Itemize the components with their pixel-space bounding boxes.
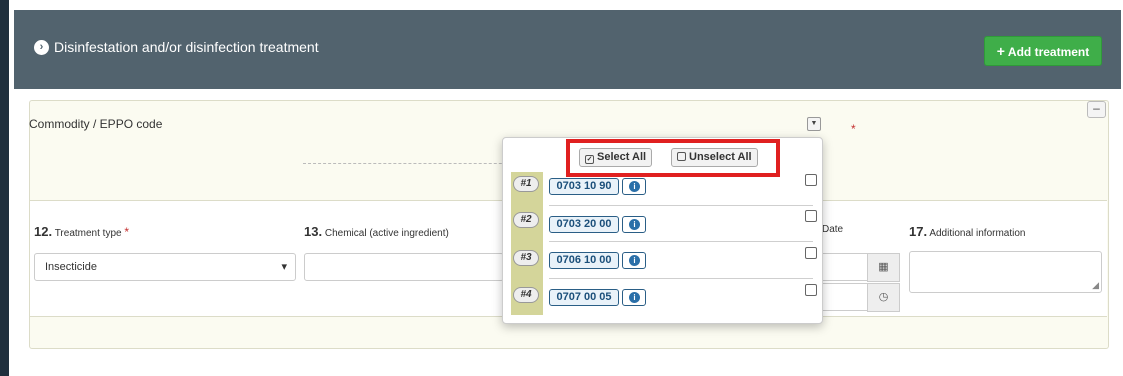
additional-info-label: 17. Additional information <box>909 224 1026 239</box>
resize-grip-icon[interactable]: ◢ <box>1092 280 1099 291</box>
item-badge: #3 <box>513 250 539 266</box>
additional-info-textarea[interactable]: ◢ <box>909 251 1102 293</box>
item-checkbox[interactable] <box>805 247 817 259</box>
info-button[interactable]: i <box>622 178 646 195</box>
highlight-annotation <box>566 139 780 177</box>
info-button[interactable]: i <box>622 216 646 233</box>
info-button[interactable]: i <box>622 289 646 306</box>
info-icon: i <box>629 255 640 266</box>
treatment-type-select[interactable]: Insecticide ▾ <box>34 253 296 281</box>
date-label: Date <box>822 224 844 235</box>
calendar-icon[interactable]: ▦ <box>867 253 900 282</box>
commodity-dropdown-toggle[interactable]: ▼ <box>807 117 821 131</box>
treatment-type-label: 12. Treatment type * <box>34 224 130 239</box>
plus-icon: + <box>996 43 1005 59</box>
info-icon: i <box>629 219 640 230</box>
eppo-code: 0703 20 00 <box>549 216 619 233</box>
item-separator <box>549 241 813 242</box>
eppo-code: 0707 00 05 <box>549 289 619 306</box>
commodity-label: Commodity / EPPO code <box>29 117 163 131</box>
top-border <box>0 0 1123 10</box>
chevron-down-icon: ▾ <box>281 261 287 273</box>
item-checkbox[interactable] <box>805 284 817 296</box>
item-separator <box>549 205 813 206</box>
add-treatment-label: Add treatment <box>1007 45 1090 59</box>
item-badge: #1 <box>513 176 539 192</box>
eppo-code: 0706 10 00 <box>549 252 619 269</box>
info-icon: i <box>629 181 640 192</box>
eppo-code: 0703 10 90 <box>549 178 619 195</box>
info-icon: i <box>629 292 640 303</box>
section-header: › Disinfestation and/or disinfection tre… <box>14 10 1121 89</box>
clock-icon[interactable]: ◷ <box>867 283 900 312</box>
time-input[interactable] <box>820 283 868 311</box>
item-checkbox[interactable] <box>805 210 817 222</box>
add-treatment-button[interactable]: + Add treatment <box>984 36 1102 66</box>
item-separator <box>549 278 813 279</box>
item-badge: #2 <box>513 212 539 228</box>
chemical-input[interactable] <box>304 253 504 281</box>
item-badge: #4 <box>513 287 539 303</box>
left-nav-bar <box>0 0 9 376</box>
chemical-label: 13. Chemical (active ingredient) <box>304 224 449 239</box>
commodity-required-marker: * <box>851 122 856 136</box>
info-button[interactable]: i <box>622 252 646 269</box>
section-title: Disinfestation and/or disinfection treat… <box>54 39 319 55</box>
collapse-button[interactable]: – <box>1087 101 1106 118</box>
item-checkbox[interactable] <box>805 174 817 186</box>
date-input[interactable] <box>820 253 868 281</box>
chevron-right-icon[interactable]: › <box>34 40 49 55</box>
